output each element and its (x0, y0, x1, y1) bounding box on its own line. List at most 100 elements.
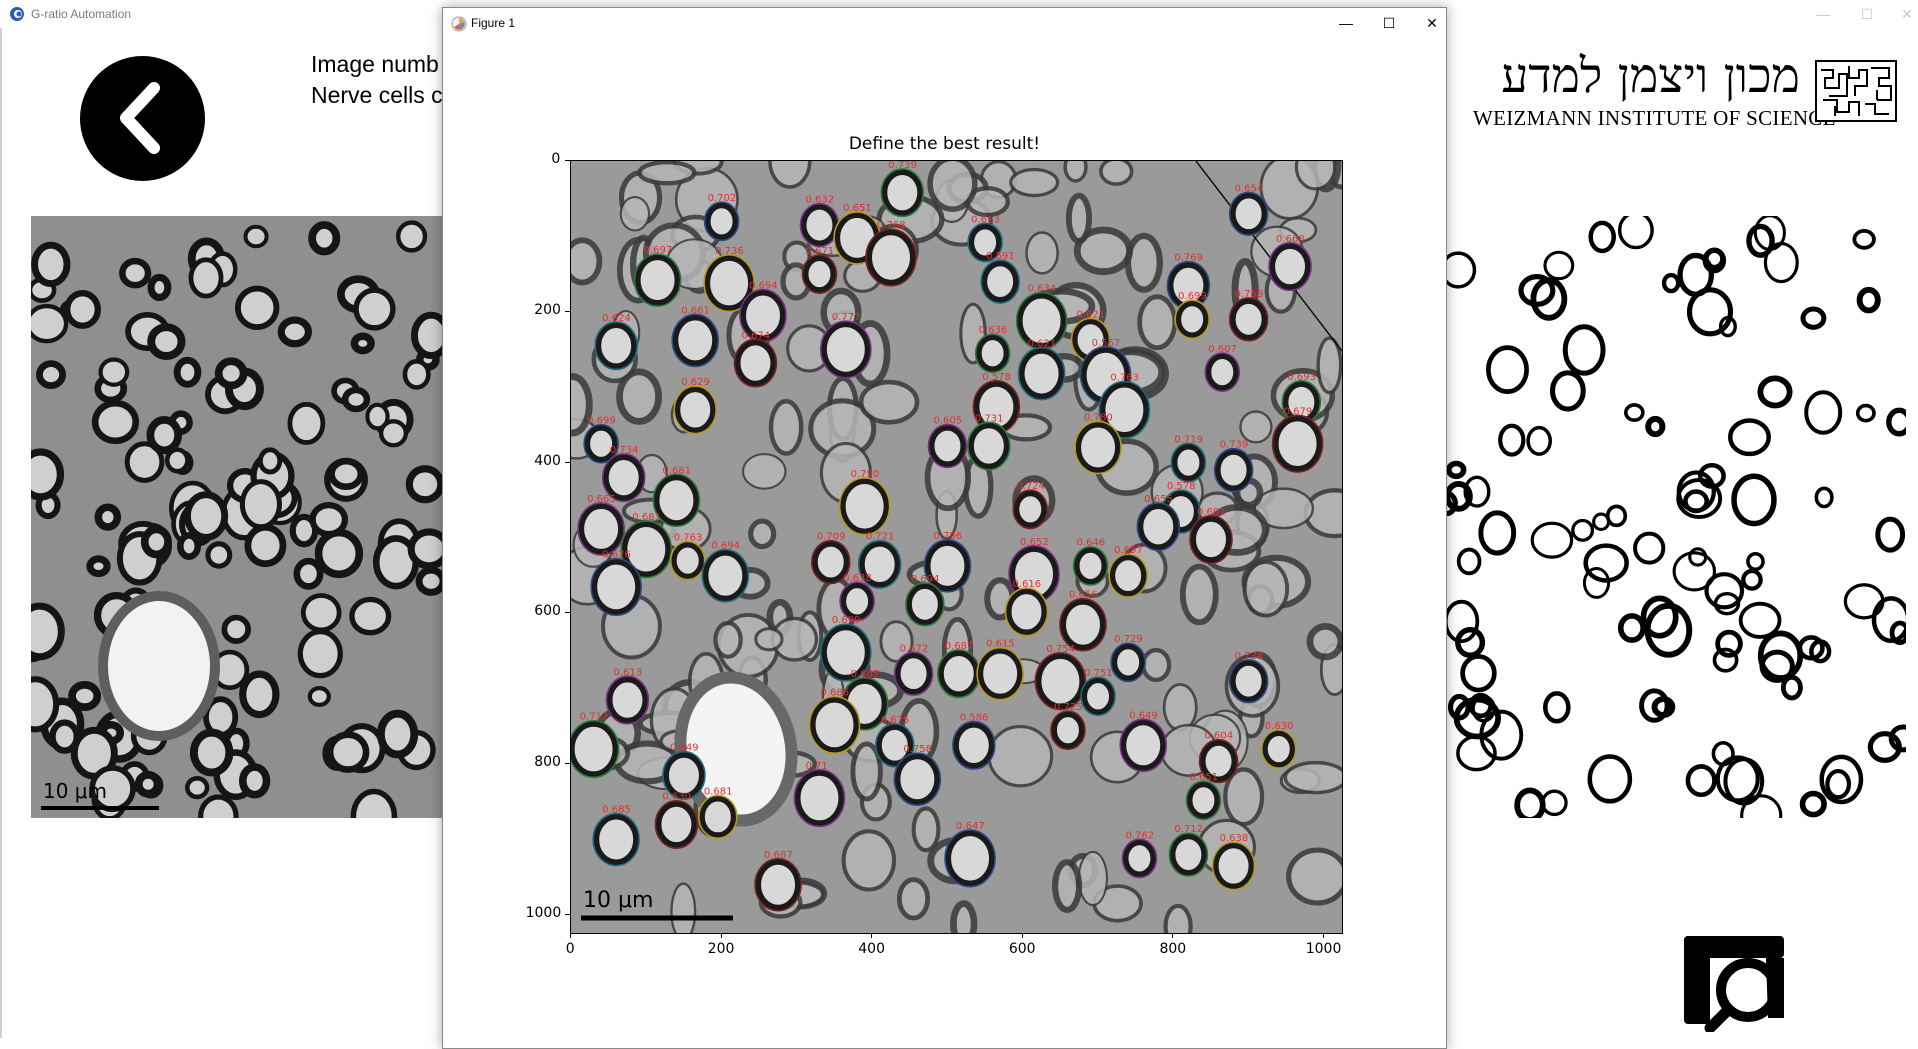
axon-point (755, 858, 802, 911)
axon-cell (234, 285, 280, 331)
figure-title: Figure 1 (471, 16, 516, 30)
axon-cell (341, 386, 371, 413)
g-ratio-label: 0.672 (900, 643, 929, 654)
g-ratio-label: 0.758 (903, 744, 932, 755)
axon-cell (119, 257, 152, 289)
app-maximize-button[interactable]: ☐ (1852, 2, 1882, 26)
axon-point (662, 751, 705, 800)
axon-cell (140, 525, 172, 559)
binary-mask-image (1446, 216, 1906, 818)
g-ratio-label: 0.697 (644, 245, 673, 256)
magnify-button[interactable] (1680, 932, 1792, 1032)
g-ratio-label: 0.734 (610, 445, 639, 456)
axon-point (820, 321, 871, 378)
background-axon (927, 161, 978, 212)
g-ratio-label: 0.736 (715, 246, 744, 257)
g-ratio-label: 0.769 (1174, 253, 1203, 264)
axon-point (606, 676, 649, 724)
background-axon (896, 877, 931, 921)
g-ratio-label: 0.731 (975, 413, 1004, 424)
axon-cell (221, 614, 251, 644)
g-ratio-label: 0.699 (1178, 291, 1207, 302)
y-tick-label: 0 (551, 151, 561, 167)
axon-point (809, 696, 860, 754)
axon-point (1109, 554, 1148, 598)
scale-bar-label: 10 μm (583, 888, 653, 913)
axon-point (937, 649, 980, 698)
logo-hebrew-text: מכון ויצמן למדע (1501, 48, 1800, 104)
g-ratio-label: 0.665 (587, 494, 616, 505)
axon-cell (31, 448, 65, 501)
g-ratio-label: 0.632 (805, 195, 834, 206)
app-close-button[interactable]: ✕ (1892, 2, 1918, 26)
axon-cell (214, 357, 248, 390)
background-axon (1294, 161, 1337, 191)
g-ratio-label: 0.709 (817, 532, 846, 543)
axon-cell (31, 303, 69, 344)
axon-cell (350, 332, 375, 355)
figure-close-button[interactable]: ✕ (1409, 8, 1455, 38)
g-ratio-label: 0.729 (1114, 634, 1143, 645)
plot-image-area[interactable]: 0.702 0.632 0.739 0.651 0.768 0.613 0.654 0.668… (570, 160, 1343, 934)
axon-point (928, 424, 967, 468)
g-ratio-label: 0.638 (843, 573, 872, 584)
axon-cell (31, 676, 60, 733)
plot-title: Define the best result! (848, 134, 1041, 154)
background-axon (571, 237, 603, 286)
axon-point (1137, 502, 1180, 551)
x-tick (1322, 933, 1324, 938)
figure-minimize-button[interactable]: — (1323, 8, 1369, 38)
g-ratio-label: 0.636 (979, 325, 1008, 336)
axon-cell (376, 709, 419, 759)
axon-point (1212, 842, 1255, 890)
g-ratio-label: 0.649 (1129, 710, 1158, 721)
app-minimize-button[interactable]: — (1808, 2, 1838, 26)
g-ratio-label: 0.634 (1028, 284, 1057, 295)
background-axon (987, 724, 1054, 788)
back-button[interactable] (80, 56, 205, 181)
axon-point (977, 647, 1024, 700)
axon-cell (147, 273, 172, 302)
chevron-left-icon (120, 82, 160, 154)
axon-point (1229, 659, 1268, 703)
g-ratio-label: 0.613 (971, 214, 1000, 225)
axon-point (1050, 711, 1085, 750)
axon-point (881, 168, 924, 217)
g-ratio-label: 0.686 (821, 688, 850, 699)
axon-point (698, 795, 737, 839)
axon-point (802, 254, 837, 294)
background-axon (670, 882, 697, 933)
axon-point (865, 229, 916, 286)
axon-cell (308, 221, 341, 256)
g-ratio-label: 0.567 (1092, 338, 1121, 349)
g-ratio-label: 0.693 (1287, 372, 1316, 383)
g-ratio-label: 0.604 (1205, 731, 1234, 742)
g-ratio-label: 0.724 (1016, 481, 1045, 492)
background-axon (1316, 336, 1342, 395)
x-tick (1021, 933, 1023, 938)
axon-point (1169, 833, 1208, 876)
axon-point (800, 203, 839, 247)
figure-titlebar[interactable]: Figure 1 — ☐ ✕ (443, 8, 1446, 38)
background-axon (1163, 903, 1193, 933)
axon-cell (297, 629, 343, 679)
axon-point (794, 769, 845, 827)
background-axon (1306, 623, 1342, 661)
axon-cell (411, 311, 443, 359)
axon-point (1269, 242, 1312, 291)
x-tick (871, 933, 873, 938)
x-tick-label: 200 (707, 941, 735, 957)
y-tick-label: 800 (534, 754, 561, 771)
g-ratio-label: 0.754 (1046, 644, 1075, 655)
magnify-icon (1684, 936, 1784, 1032)
g-ratio-label: 0.613 (613, 667, 642, 678)
y-tick (565, 913, 570, 915)
x-tick-label: 600 (1008, 941, 1036, 957)
image-info: Image numb Nerve cells c (311, 49, 443, 111)
figure-maximize-button[interactable]: ☐ (1366, 8, 1412, 38)
g-ratio-label: 0.699 (587, 416, 616, 427)
axon-point (1261, 729, 1296, 769)
background-axon (1063, 161, 1088, 183)
g-ratio-label: 0.578 (982, 372, 1011, 383)
axon-cell (244, 523, 287, 568)
